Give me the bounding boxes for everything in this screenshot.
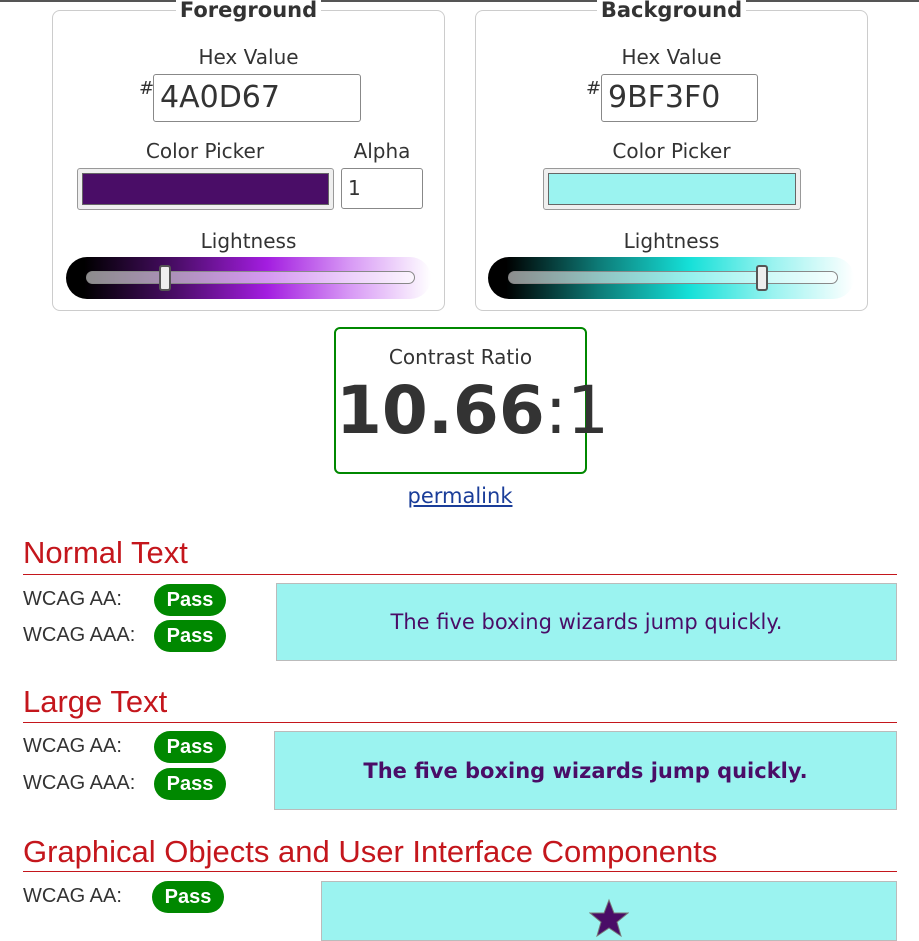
background-legend: Background (596, 0, 747, 22)
large-aaa-pass-badge: Pass (154, 768, 226, 800)
star-icon (589, 898, 629, 938)
background-panel: Background Hex Value # 9BF3F0 Color Pick… (475, 0, 868, 311)
lightness-label: Lightness (623, 229, 720, 253)
hex-label: Hex Value (198, 45, 299, 69)
large-text-sample: The five boxing wizards jump quickly. (274, 731, 897, 810)
hash-symbol: # (586, 78, 602, 99)
graphical-aa-pass-badge: Pass (152, 881, 224, 913)
large-text-heading: Large Text (23, 684, 168, 719)
graphical-sample (321, 881, 897, 941)
divider (23, 722, 897, 723)
large-aa-pass-badge: Pass (154, 731, 226, 763)
foreground-hex-input[interactable]: 4A0D67 (153, 74, 361, 122)
background-color-picker[interactable] (543, 168, 801, 210)
hex-label: Hex Value (621, 45, 722, 69)
slider-thumb[interactable] (756, 265, 769, 291)
foreground-panel: Foreground Hex Value # 4A0D67 Color Pick… (52, 0, 445, 311)
lightness-label: Lightness (200, 229, 297, 253)
normal-text-sample: The five boxing wizards jump quickly. (276, 583, 897, 661)
wcag-aa-label: WCAG AA: (23, 885, 122, 907)
color-picker-label: Color Picker (612, 139, 731, 163)
contrast-ratio-suffix: :1 (544, 372, 609, 449)
divider (23, 871, 897, 872)
slider-thumb[interactable] (158, 265, 171, 291)
contrast-ratio-value: 10.66 (336, 372, 545, 449)
normal-aaa-pass-badge: Pass (154, 620, 226, 652)
foreground-lightness-slider[interactable] (66, 257, 431, 299)
background-lightness-slider[interactable] (488, 257, 854, 299)
wcag-aa-label: WCAG AA: (23, 735, 122, 757)
contrast-ratio-box: Contrast Ratio 10.66:1 (334, 327, 609, 474)
graphical-objects-heading: Graphical Objects and User Interface Com… (23, 834, 718, 869)
wcag-aa-label: WCAG AA: (23, 588, 122, 610)
hash-symbol: # (139, 78, 155, 99)
normal-text-heading: Normal Text (23, 535, 188, 570)
background-hex-input[interactable]: 9BF3F0 (601, 74, 758, 122)
foreground-color-picker[interactable] (77, 168, 334, 210)
wcag-aaa-label: WCAG AAA: (23, 772, 136, 794)
wcag-aaa-label: WCAG AAA: (23, 624, 136, 646)
contrast-ratio-title: Contrast Ratio (388, 345, 533, 369)
slider-track (508, 271, 838, 284)
alpha-label: Alpha (353, 139, 411, 163)
foreground-legend: Foreground (175, 0, 322, 22)
color-picker-label: Color Picker (145, 139, 265, 163)
normal-aa-pass-badge: Pass (154, 584, 226, 616)
permalink[interactable]: permalink (360, 484, 560, 508)
divider (23, 574, 897, 575)
alpha-input[interactable]: 1 (341, 168, 423, 209)
slider-track (86, 271, 415, 284)
